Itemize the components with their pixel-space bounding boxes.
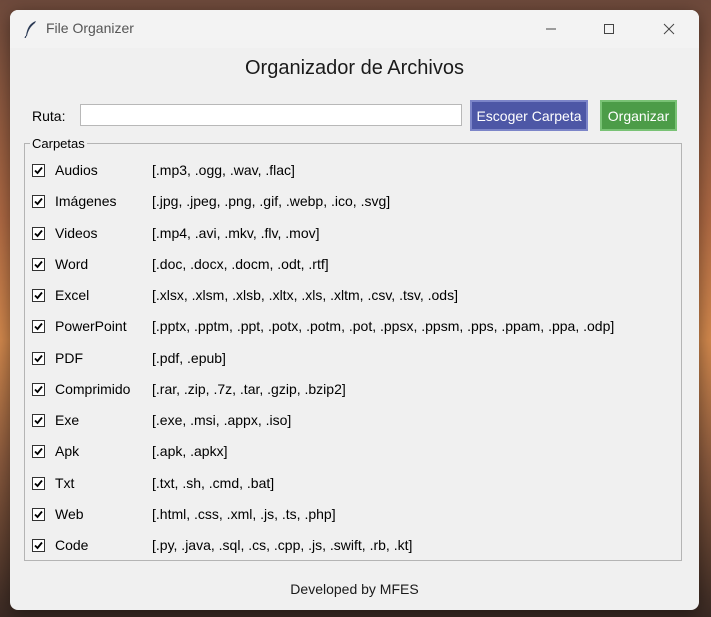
checkmark-icon [34,354,43,362]
footer-credit: Developed by MFES [290,581,419,597]
folder-row: Audios [.mp3, .ogg, .wav, .flac] [32,160,682,182]
folder-extensions: [.doc, .docx, .docm, .odt, .rtf] [152,255,329,272]
folder-checkbox[interactable] [32,164,45,177]
checkmark-icon [34,229,43,237]
close-icon [663,20,675,39]
folder-name: Videos [55,224,98,241]
checkmark-icon [34,479,43,487]
folder-checkbox[interactable] [32,257,45,271]
folder-checkbox[interactable] [32,226,45,240]
folder-checkbox[interactable] [32,320,45,334]
checkmark-icon [34,510,43,519]
folder-extensions: [.mp4, .avi, .mkv, .flv, .mov] [152,224,320,241]
folder-checkbox[interactable] [32,195,45,209]
folder-extensions: [.pptx, .pptm, .ppt, .potx, .potm, .pot,… [152,318,615,335]
folder-extensions: [.exe, .msi, .appx, .iso] [152,412,292,428]
checkmark-icon [34,385,43,394]
checkmark-icon [34,416,43,425]
folder-name: Excel [55,287,90,303]
folder-extensions: [.xlsx, .xlsm, .xlsb, .xltx, .xls, .xltm… [152,287,458,303]
page-title: Organizador de Archivos [244,57,464,79]
maximize-icon [603,20,615,39]
folder-name: Code [55,537,89,553]
folder-name: Audios [55,162,98,178]
path-label: Ruta: [32,108,66,124]
folder-checkbox[interactable] [32,476,45,490]
folder-row: Web [.html, .css, .xml, .js, .ts, .php] [32,504,682,526]
folder-name: Apk [55,443,80,460]
path-input[interactable] [80,104,462,126]
folder-row: Txt [.txt, .sh, .cmd, .bat] [32,473,682,495]
app-window: File Organizer Organizador de Archivos R… [10,10,699,610]
folder-extensions: [.jpg, .jpeg, .png, .gif, .webp, .ico, .… [152,193,391,210]
folder-name: Word [55,255,89,272]
checkmark-icon [34,198,43,206]
folder-row: Apk [.apk, .apkx] [32,441,682,463]
folder-checkbox[interactable] [32,414,45,427]
folder-extensions: [.mp3, .ogg, .wav, .flac] [152,162,295,178]
close-button[interactable] [646,10,692,48]
folder-row: PDF [.pdf, .epub] [32,348,682,370]
folder-extensions: [.rar, .zip, .7z, .tar, .gzip, .bzip2] [152,380,346,397]
folder-extensions: [.txt, .sh, .cmd, .bat] [152,474,275,491]
folder-extensions: [.pdf, .epub] [152,349,226,366]
folder-extensions: [.py, .java, .sql, .cs, .cpp, .js, .swif… [152,537,413,553]
folder-row: PowerPoint [.pptx, .pptm, .ppt, .potx, .p… [32,316,682,338]
window-title: File Organizer [46,20,134,36]
folder-extensions: [.html, .css, .xml, .js, .ts, .php] [152,505,336,522]
folder-row: Videos [.mp4, .avi, .mkv, .flv, .mov] [32,223,682,245]
folders-legend: Carpetas [30,136,87,151]
folder-row: Code [.py, .java, .sql, .cs, .cpp, .js, .… [32,535,682,557]
minimize-button[interactable] [528,10,574,48]
folder-checkbox[interactable] [32,539,45,552]
feather-icon [24,20,38,39]
folder-row: Exe [.exe, .msi, .appx, .iso] [32,410,682,432]
minimize-icon [545,20,557,39]
folder-row: Word [.doc, .docx, .docm, .odt, .rtf] [32,254,682,276]
checkmark-icon [34,260,43,269]
folder-row: Comprimido [.rar, .zip, .7z, .tar, .gzip,… [32,379,682,401]
checkmark-icon [34,541,43,550]
title-bar[interactable]: File Organizer [10,10,699,48]
folder-checkbox[interactable] [32,289,45,302]
folder-row: Imágenes [.jpg, .jpeg, .png, .gif, .webp,… [32,191,682,213]
checkmark-icon [34,291,43,300]
folder-checkbox[interactable] [32,351,45,365]
checkmark-icon [34,323,43,331]
choose-folder-button[interactable]: Escoger Carpeta [470,100,588,131]
folder-name: Comprimido [55,380,131,397]
folder-name: Txt [55,474,75,491]
folder-name: PDF [55,349,83,366]
folder-name: Exe [55,412,80,428]
checkmark-icon [34,166,43,175]
maximize-button[interactable] [586,10,632,48]
folder-row: Excel [.xlsx, .xlsm, .xlsb, .xltx, .xls, … [32,285,682,307]
folder-extensions: [.apk, .apkx] [152,443,228,460]
folder-name: PowerPoint [55,318,127,335]
organize-button[interactable]: Organizar [600,100,677,131]
folder-checkbox[interactable] [32,382,45,396]
folder-name: Web [55,505,84,522]
folder-checkbox[interactable] [32,507,45,521]
checkmark-icon [34,448,43,456]
folder-checkbox[interactable] [32,445,45,459]
folder-name: Imágenes [55,193,117,210]
